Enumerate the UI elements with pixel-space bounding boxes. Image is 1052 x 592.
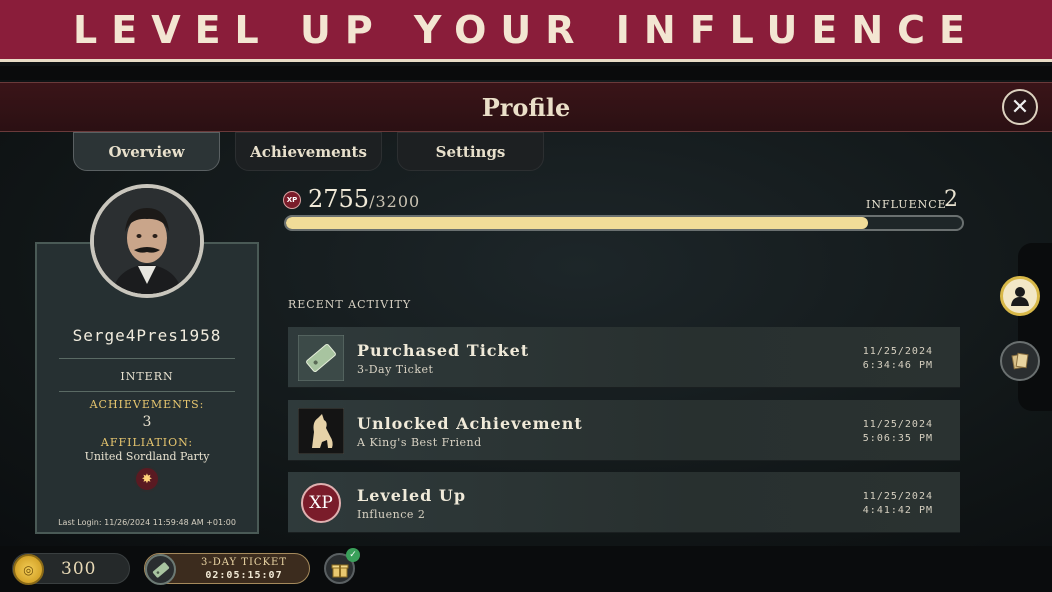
activity-subtitle: Influence 2 [357,508,426,521]
influence-label: INFLUENCE [866,198,947,211]
check-icon: ✓ [346,548,360,562]
dog-icon [298,408,344,454]
xp-icon: XP [283,191,301,209]
gift-icon [331,564,348,577]
recent-activity-title: RECENT ACTIVITY [288,298,412,311]
ticket-countdown: 02:05:15:07 [205,570,283,581]
activity-subtitle: A King's Best Friend [357,436,482,449]
xp-level-badge: XP [301,483,341,523]
activity-time: 6:34:46 PM [862,360,933,371]
list-item[interactable]: XP Leveled Up Influence 2 11/25/2024 4:41… [288,472,960,533]
collection-button[interactable] [1000,341,1040,381]
xp-value: 2755/3200 [308,185,420,213]
activity-title: Leveled Up [357,486,467,505]
xp-icon: XP [298,480,344,526]
activity-title: Unlocked Achievement [357,414,583,433]
profile-header: Profile ✕ [0,82,1052,132]
page-title: Profile [481,92,571,122]
list-item[interactable]: Purchased Ticket 3-Day Ticket 11/25/2024… [288,327,960,388]
activity-timestamp: 11/25/2024 5:06:35 PM [863,418,933,446]
coin-icon: ◎ [13,554,44,585]
xp-current: 2755 [308,185,370,213]
divider [0,66,1052,80]
activity-date: 11/25/2024 [862,419,933,430]
side-menu [1000,243,1052,411]
profile-button[interactable] [1000,276,1040,316]
close-button[interactable]: ✕ [1002,89,1038,125]
affiliation-label: AFFILIATION: [100,436,194,449]
activity-date: 11/25/2024 [862,346,933,357]
activity-timestamp: 11/25/2024 6:34:46 PM [863,345,933,373]
xp-progress-bar [284,215,964,231]
avatar-portrait [94,188,200,294]
affiliation-value: United Sordland Party [84,450,210,463]
banner-text: LEVEL UP YOUR INFLUENCE [73,7,979,52]
activity-subtitle: 3-Day Ticket [357,363,434,376]
tab-settings[interactable]: Settings [397,132,544,171]
rank-label: INTERN [120,370,174,383]
last-login: Last Login: 11/26/2024 11:59:48 AM +01:0… [58,518,236,527]
influence-value: 2 [944,187,958,212]
activity-time: 5:06:35 PM [862,433,933,444]
achievements-count: 3 [142,414,152,430]
tab-overview[interactable]: Overview [73,132,220,171]
activity-title: Purchased Ticket [357,341,530,360]
cards-icon [1011,352,1029,370]
ticket-label: 3-DAY TICKET [200,557,288,568]
ticket-timer[interactable]: 3-DAY TICKET 02:05:15:07 [144,553,310,585]
ticket-icon [298,335,344,381]
party-emblem-icon: ✸ [134,466,160,492]
list-item[interactable]: Unlocked Achievement A King's Best Frien… [288,400,960,461]
xp-progress-fill [286,217,869,229]
xp-max: /3200 [369,192,421,211]
close-icon: ✕ [1010,94,1030,120]
promo-banner: LEVEL UP YOUR INFLUENCE [0,0,1052,62]
tab-achievements[interactable]: Achievements [235,132,382,171]
card-divider [59,391,235,392]
coin-value: 300 [61,559,97,579]
coin-balance[interactable]: ◎ 300 [12,553,130,585]
ticket-icon [145,554,176,585]
activity-date: 11/25/2024 [862,491,933,502]
avatar [90,184,204,298]
username: Serge4Pres1958 [72,326,222,345]
activity-timestamp: 11/25/2024 4:41:42 PM [863,490,933,518]
user-icon [1011,287,1029,306]
card-divider [59,358,235,359]
achievements-label: ACHIEVEMENTS: [89,398,205,411]
activity-time: 4:41:42 PM [862,505,933,516]
